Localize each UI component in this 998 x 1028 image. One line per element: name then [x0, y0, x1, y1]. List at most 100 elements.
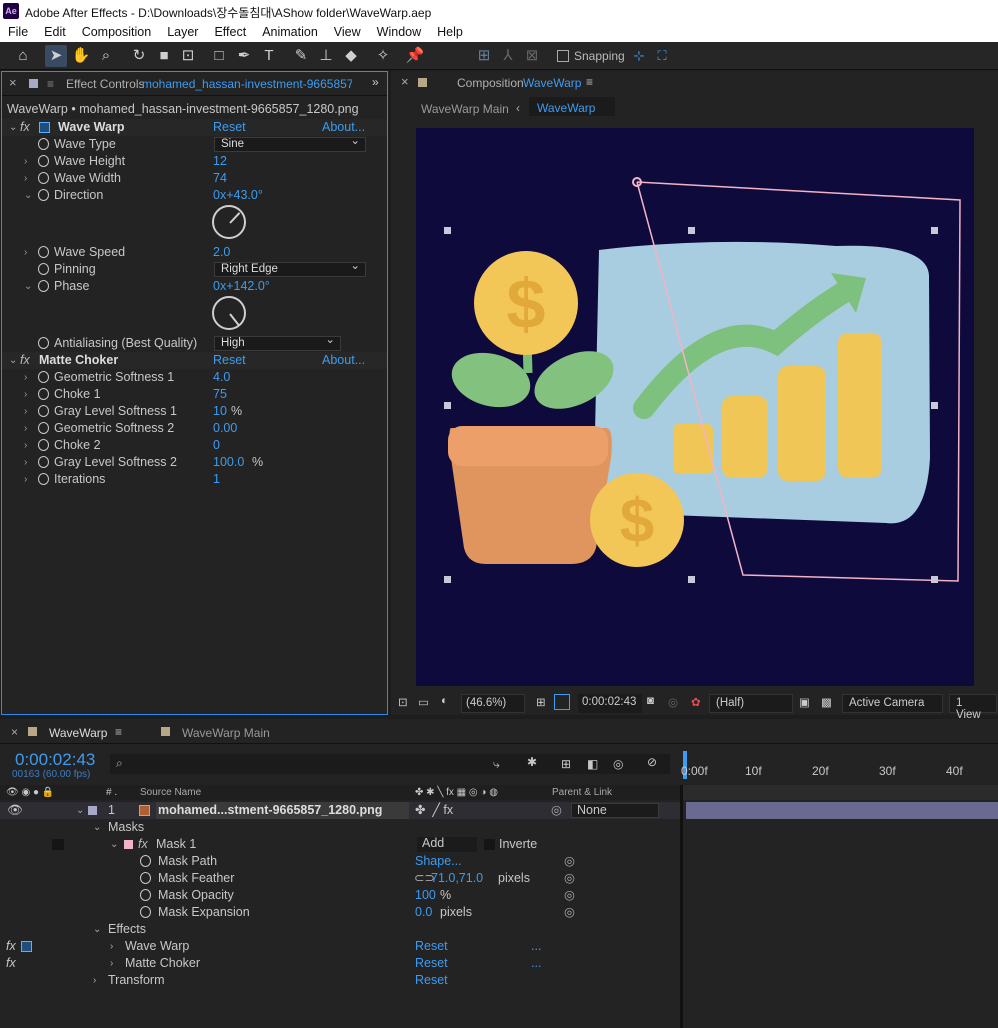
current-time-display[interactable]: 0:00:02:43: [15, 750, 95, 770]
transparency-grid-icon[interactable]: ▩: [821, 695, 832, 709]
show-snapshot-icon[interactable]: ◎: [668, 695, 678, 709]
pickwhip-icon[interactable]: ◎: [551, 802, 562, 819]
expand-chevron-icon[interactable]: ›: [24, 454, 27, 471]
stopwatch-icon[interactable]: [38, 422, 49, 434]
stopwatch-icon[interactable]: [38, 456, 49, 468]
pinning-dropdown[interactable]: Right Edge: [214, 260, 366, 277]
resolution-dropdown[interactable]: (Half): [709, 694, 793, 713]
stopwatch-icon[interactable]: [38, 371, 49, 383]
direction-dial[interactable]: [212, 205, 246, 239]
collapse-chevron-icon[interactable]: ⌄: [9, 352, 17, 369]
tab-wavewarp-main[interactable]: WaveWarp Main: [182, 726, 270, 740]
param-value[interactable]: 75: [213, 386, 227, 403]
composition-flowchart-icon[interactable]: ⊘: [647, 755, 657, 769]
local-axis-icon[interactable]: ⊞: [473, 45, 495, 67]
pickwhip-icon[interactable]: ◎: [564, 887, 575, 904]
mask-1-row[interactable]: ⌄ fx Mask 1 Add Inverte: [0, 836, 680, 853]
region-of-interest-icon[interactable]: ▣: [799, 695, 810, 709]
reset-button[interactable]: Reset: [415, 972, 448, 989]
menu-help[interactable]: Help: [429, 23, 471, 42]
reset-button[interactable]: Reset: [415, 938, 448, 955]
toggle-mask-icon[interactable]: [554, 694, 570, 710]
effect-enable-checkbox[interactable]: [39, 122, 50, 133]
tab-layer-name[interactable]: mohamed_hassan-investment-9665857_1: [142, 77, 352, 91]
views-dropdown[interactable]: 1 View: [949, 694, 997, 721]
expand-chevron-icon[interactable]: ›: [24, 244, 27, 261]
layer-label-color[interactable]: [88, 806, 97, 815]
pen-tool-icon[interactable]: ✒: [233, 45, 255, 67]
menu-layer[interactable]: Layer: [159, 23, 206, 42]
stopwatch-icon[interactable]: [38, 189, 49, 201]
stopwatch-icon[interactable]: [140, 855, 151, 867]
effect-wave-warp[interactable]: ⌄ fx Wave Warp Reset About...: [2, 119, 387, 136]
roto-brush-tool-icon[interactable]: ✧: [372, 45, 394, 67]
eraser-tool-icon[interactable]: ◆: [340, 45, 362, 67]
composition-viewer[interactable]: $ $: [416, 128, 974, 686]
panel-divider[interactable]: [680, 785, 683, 1028]
layer-duration-bar[interactable]: [686, 802, 998, 819]
mask-lock-box[interactable]: [52, 839, 64, 850]
menu-view[interactable]: View: [326, 23, 369, 42]
collapse-chevron-icon[interactable]: ⌄: [76, 802, 84, 819]
wave-width-value[interactable]: 74: [213, 170, 227, 187]
stopwatch-icon[interactable]: [38, 280, 49, 292]
reset-button[interactable]: Reset: [415, 955, 448, 972]
stopwatch-icon[interactable]: [38, 473, 49, 485]
stopwatch-icon[interactable]: [38, 439, 49, 451]
motion-blur-icon[interactable]: ◧: [587, 757, 598, 771]
breadcrumb-current[interactable]: WaveWarp: [529, 97, 615, 116]
matte-choker-effect-row[interactable]: fx › Matte Choker Reset ...: [0, 955, 680, 972]
monitor-icon[interactable]: ▭: [418, 695, 429, 709]
stopwatch-icon[interactable]: [140, 889, 151, 901]
stopwatch-icon[interactable]: [38, 246, 49, 258]
more-options-button[interactable]: ...: [531, 938, 541, 955]
pickwhip-icon[interactable]: ◎: [564, 870, 575, 887]
expand-chevron-icon[interactable]: ›: [24, 437, 27, 454]
reset-button[interactable]: Reset: [213, 352, 246, 369]
search-input[interactable]: ⌕: [110, 754, 670, 774]
expand-chevron-icon[interactable]: ›: [110, 938, 113, 955]
visibility-column-icon[interactable]: 👁 ◉ ● 🔒: [6, 785, 54, 800]
expand-chevron-icon[interactable]: ›: [24, 471, 27, 488]
rectangle-tool-icon[interactable]: □: [208, 45, 230, 67]
reset-button[interactable]: Reset: [213, 119, 246, 136]
param-value[interactable]: 1: [213, 471, 220, 488]
expand-chevron-icon[interactable]: ›: [110, 955, 113, 972]
collapse-chevron-icon[interactable]: ⌄: [24, 187, 32, 204]
current-time-display[interactable]: 0:00:02:43: [578, 694, 642, 713]
stopwatch-icon[interactable]: [140, 872, 151, 884]
effect-name[interactable]: Wave Warp: [125, 938, 189, 955]
hide-shy-layers-icon[interactable]: ✱: [527, 755, 537, 769]
masks-group-row[interactable]: ⌄ Masks: [0, 819, 680, 836]
expand-chevron-icon[interactable]: ›: [24, 170, 27, 187]
phase-dial[interactable]: [212, 296, 246, 330]
grid-guides-icon[interactable]: ⊞: [536, 695, 546, 709]
tab-wavewarp[interactable]: WaveWarp: [49, 726, 107, 740]
wave-height-value[interactable]: 12: [213, 153, 227, 170]
more-options-button[interactable]: ...: [531, 955, 541, 972]
property-value[interactable]: Shape...: [415, 853, 462, 870]
collapse-chevron-icon[interactable]: ⌄: [110, 836, 118, 853]
collapse-chevron-icon[interactable]: ⌄: [93, 819, 101, 836]
parent-link-column[interactable]: Parent & Link: [552, 785, 612, 800]
wave-type-dropdown[interactable]: Sine: [214, 135, 366, 152]
expand-chevron-icon[interactable]: ›: [24, 369, 27, 386]
always-preview-icon[interactable]: ⊡: [398, 695, 408, 709]
breadcrumb-main[interactable]: WaveWarp Main: [421, 102, 509, 116]
property-value[interactable]: 100: [415, 887, 436, 904]
menu-icon[interactable]: ≡: [586, 75, 593, 89]
stopwatch-icon[interactable]: [38, 337, 49, 349]
channel-icon[interactable]: ✿: [691, 695, 701, 709]
wave-warp-effect-row[interactable]: fx › Wave Warp Reset ...: [0, 938, 680, 955]
param-value[interactable]: 10: [213, 403, 227, 420]
layer-name[interactable]: mohamed...stment-9665857_1280.png: [156, 802, 409, 819]
effect-controls-tab[interactable]: × ≡ Effect Controls mohamed_hassan-inves…: [2, 72, 387, 96]
parent-dropdown[interactable]: None: [571, 803, 659, 818]
camera-dropdown[interactable]: Active Camera: [842, 694, 943, 713]
direction-value[interactable]: 0x+43.0°: [213, 187, 263, 204]
transform-group-row[interactable]: › Transform Reset: [0, 972, 680, 989]
expand-chevron-icon[interactable]: ›: [93, 972, 96, 989]
inverted-checkbox[interactable]: [484, 839, 495, 850]
close-tab-icon[interactable]: ×: [401, 74, 409, 89]
snapping-checkbox[interactable]: [557, 50, 569, 62]
